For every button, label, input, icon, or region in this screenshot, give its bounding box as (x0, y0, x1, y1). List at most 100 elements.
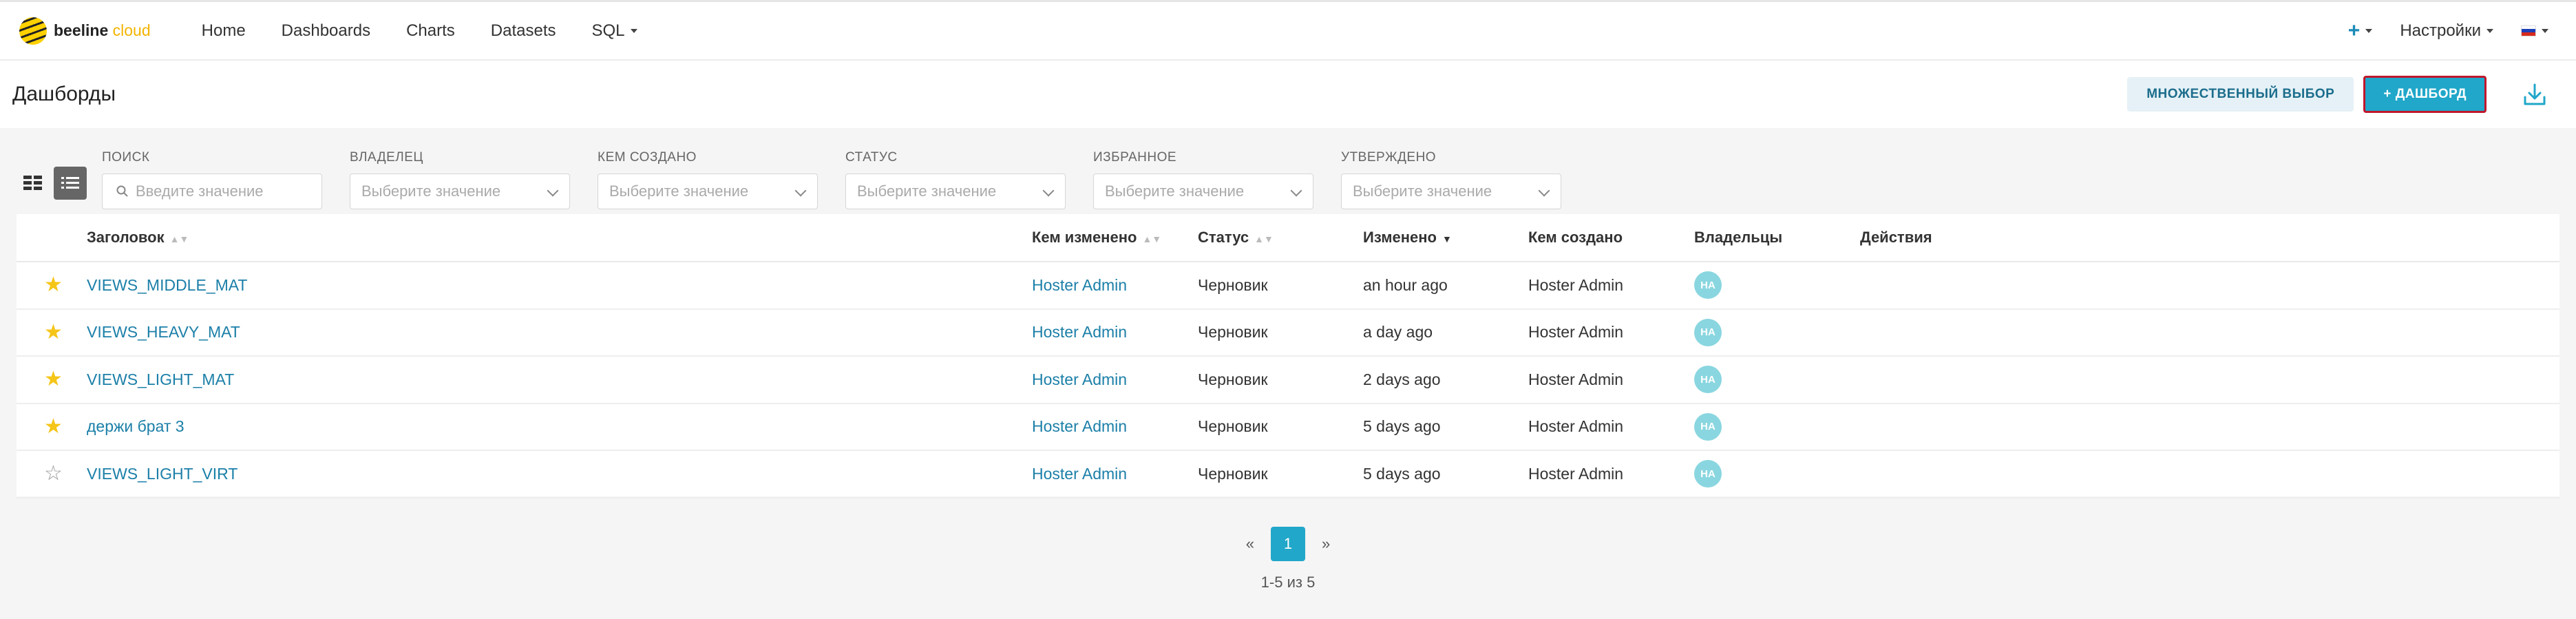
status-filter: СТАТУС Выберите значение (845, 150, 1066, 209)
list-icon (61, 177, 79, 189)
changed-cell: 5 days ago (1363, 464, 1441, 483)
chevron-down-icon (547, 185, 559, 197)
column-status-label: Статус (1198, 229, 1249, 246)
dashboards-table: Заголовок ▲▼ Кем изменено ▲▼ Статус ▲▼ Изме… (17, 214, 2559, 499)
page-1-button[interactable]: 1 (1271, 527, 1305, 561)
favorite-star-outline-icon[interactable]: ☆ (44, 462, 63, 485)
changed-by-link[interactable]: Hoster Admin (1032, 417, 1198, 436)
import-icon[interactable] (2521, 81, 2548, 108)
russian-flag-icon (2521, 25, 2536, 36)
status-select[interactable]: Выберите значение (845, 174, 1066, 209)
settings-label: Настройки (2400, 21, 2481, 40)
favorite-star-icon[interactable]: ★ (44, 368, 63, 390)
column-changed-by[interactable]: Кем изменено ▲▼ (1032, 229, 1198, 246)
column-status[interactable]: Статус ▲▼ (1198, 229, 1363, 246)
created-by-filter: КЕМ СОЗДАНО Выберите значение (598, 150, 818, 209)
card-view-button[interactable] (17, 167, 50, 200)
nav-sql-label: SQL (591, 21, 625, 40)
owner-avatar[interactable]: HA (1694, 412, 1722, 441)
chevron-down-icon (2487, 28, 2493, 33)
pagination: « 1 » (0, 527, 2576, 561)
dashboard-title-link[interactable]: VIEWS_HEAVY_MAT (87, 323, 1032, 342)
favorite-filter: ИЗБРАННОЕ Выберите значение (1093, 150, 1313, 209)
changed-cell: 5 days ago (1363, 417, 1441, 436)
created-by-filter-label: КЕМ СОЗДАНО (598, 150, 697, 165)
chevron-down-icon (2365, 28, 2373, 33)
owner-avatar[interactable]: HA (1694, 366, 1722, 394)
changed-by-link[interactable]: Hoster Admin (1032, 276, 1198, 295)
nav-dashboards[interactable]: Dashboards (282, 21, 370, 41)
owner-select[interactable]: Выберите значение (350, 174, 570, 209)
dashboard-title-link[interactable]: VIEWS_MIDDLE_MAT (87, 276, 1032, 295)
language-menu[interactable] (2521, 25, 2548, 36)
page-header: Дашборды МНОЖЕСТВЕННЫЙ ВЫБОР + ДАШБОРД (0, 61, 2576, 128)
plus-menu[interactable]: + (2348, 19, 2373, 43)
sort-icon: ▲▼ (169, 233, 189, 244)
nav-datasets[interactable]: Datasets (491, 21, 556, 41)
column-changed-label: Изменено (1363, 229, 1437, 246)
filter-bar: ПОИСК Введите значение ВЛАДЕЛЕЦ Выберите… (0, 128, 2576, 214)
table-row: ☆ VIEWS_LIGHT_VIRT Hoster Admin Черновик… (17, 451, 2559, 499)
nav-sql[interactable]: SQL (592, 21, 637, 41)
page-title: Дашборды (12, 83, 116, 105)
column-changed[interactable]: Изменено ▼ (1363, 229, 1528, 246)
search-icon (116, 185, 128, 197)
status-filter-label: СТАТУС (845, 150, 898, 165)
owner-select-placeholder: Выберите значение (361, 182, 501, 200)
nav-home[interactable]: Home (202, 21, 246, 41)
certified-select[interactable]: Выберите значение (1341, 174, 1561, 209)
favorite-star-icon[interactable]: ★ (44, 415, 63, 438)
favorite-filter-label: ИЗБРАННОЕ (1093, 150, 1177, 165)
created-by-cell: Hoster Admin (1528, 323, 1624, 342)
changed-by-link[interactable]: Hoster Admin (1032, 323, 1198, 342)
sort-icon: ▲▼ (1142, 233, 1162, 244)
status-cell: Черновик (1198, 275, 1268, 294)
column-owners: Владельцы (1694, 229, 1783, 246)
favorite-select[interactable]: Выберите значение (1093, 174, 1313, 209)
owner-avatar[interactable]: HA (1694, 318, 1722, 346)
dashboard-title-link[interactable]: держи брат 3 (87, 417, 1032, 436)
favorite-star-icon[interactable]: ★ (44, 273, 63, 296)
certified-select-placeholder: Выберите значение (1353, 182, 1492, 200)
brand-logo[interactable]: beeline cloud (19, 17, 151, 45)
plus-icon: + (2347, 19, 2361, 42)
search-input[interactable]: Введите значение (102, 174, 322, 209)
owner-avatar[interactable]: HA (1694, 460, 1722, 488)
chevron-down-icon (2542, 28, 2548, 33)
column-changed-by-label: Кем изменено (1032, 229, 1137, 246)
created-by-cell: Hoster Admin (1528, 275, 1624, 294)
status-cell: Черновик (1198, 370, 1268, 388)
created-by-select-placeholder: Выберите значение (609, 182, 749, 200)
brand-name: beeline (54, 21, 109, 39)
owner-filter: ВЛАДЕЛЕЦ Выберите значение (350, 150, 570, 209)
certified-filter-label: УТВЕРЖДЕНО (1341, 150, 1437, 165)
nav-charts[interactable]: Charts (406, 21, 455, 41)
chevron-down-icon (794, 185, 807, 197)
chevron-down-icon (1290, 185, 1302, 197)
dashboard-title-link[interactable]: VIEWS_LIGHT_VIRT (87, 465, 1032, 483)
chevron-down-icon (1538, 185, 1550, 197)
prev-page-button[interactable]: « (1246, 535, 1254, 553)
favorite-star-icon[interactable]: ★ (44, 321, 63, 344)
changed-by-link[interactable]: Hoster Admin (1032, 370, 1198, 389)
created-by-select[interactable]: Выберите значение (598, 174, 818, 209)
created-by-cell: Hoster Admin (1528, 417, 1624, 436)
status-select-placeholder: Выберите значение (857, 182, 997, 200)
settings-menu[interactable]: Настройки (2400, 21, 2493, 41)
owner-avatar[interactable]: HA (1694, 271, 1722, 300)
chevron-down-icon (1042, 185, 1055, 197)
dashboard-title-link[interactable]: VIEWS_LIGHT_MAT (87, 370, 1032, 389)
certified-filter: УТВЕРЖДЕНО Выберите значение (1341, 150, 1561, 209)
add-dashboard-button[interactable]: + ДАШБОРД (2363, 76, 2487, 113)
changed-by-link[interactable]: Hoster Admin (1032, 465, 1198, 483)
bulk-select-button[interactable]: МНОЖЕСТВЕННЫЙ ВЫБОР (2127, 77, 2354, 112)
table-row: ★ VIEWS_MIDDLE_MAT Hoster Admin Черновик… (17, 262, 2559, 310)
table-row: ★ держи брат 3 Hoster Admin Черновик 5 d… (17, 404, 2559, 451)
next-page-button[interactable]: » (1322, 535, 1330, 553)
chevron-down-icon (630, 28, 637, 33)
column-title[interactable]: Заголовок ▲▼ (87, 229, 1032, 246)
changed-cell: an hour ago (1363, 275, 1448, 294)
brand-suffix: cloud (108, 21, 151, 39)
list-view-button[interactable] (54, 167, 87, 200)
changed-cell: a day ago (1363, 323, 1433, 342)
